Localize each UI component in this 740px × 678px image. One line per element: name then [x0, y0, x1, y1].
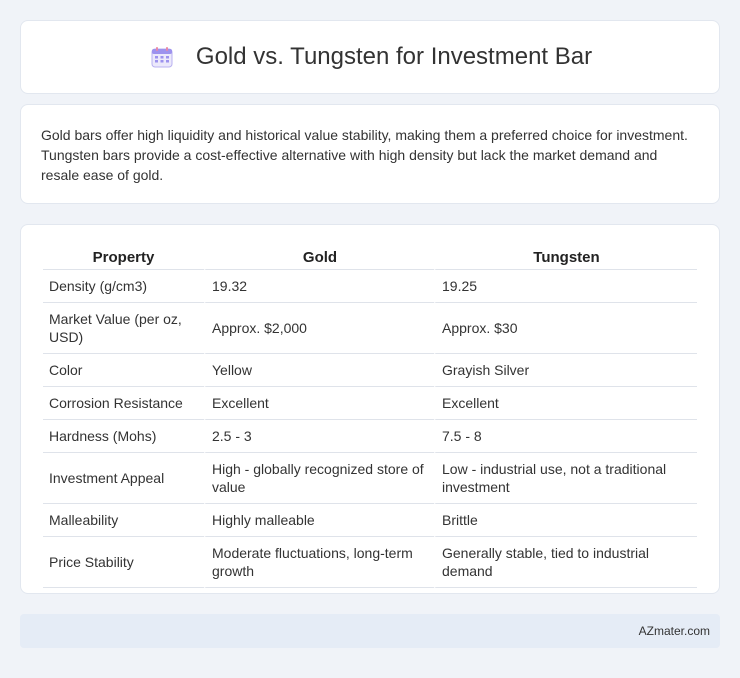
- cell-property: Market Value (per oz, USD): [43, 303, 204, 354]
- cell-tungsten: Approx. $30: [434, 303, 697, 354]
- header-tungsten: Tungsten: [434, 245, 697, 270]
- cell-gold: Yellow: [204, 354, 434, 387]
- cell-property: Investment Appeal: [43, 453, 204, 504]
- title-card: Gold vs. Tungsten for Investment Bar: [20, 20, 720, 94]
- cell-property: Price Stability: [43, 537, 204, 588]
- cell-tungsten: Grayish Silver: [434, 354, 697, 387]
- cell-property: Malleability: [43, 504, 204, 537]
- cell-gold: 2.5 - 3: [204, 420, 434, 453]
- calendar-icon: [148, 43, 176, 71]
- page-title: Gold vs. Tungsten for Investment Bar: [195, 43, 593, 70]
- table-row: Malleability Highly malleable Brittle: [43, 504, 697, 537]
- intro-card: Gold bars offer high liquidity and histo…: [20, 104, 720, 204]
- table-row: Corrosion Resistance Excellent Excellent: [43, 387, 697, 420]
- table-row: Price Stability Moderate fluctuations, l…: [43, 537, 697, 588]
- cell-property: Density (g/cm3): [43, 270, 204, 303]
- cell-gold: Excellent: [204, 387, 434, 420]
- cell-tungsten: Generally stable, tied to industrial dem…: [434, 537, 697, 588]
- comparison-table: Property Gold Tungsten Density (g/cm3) 1…: [43, 245, 697, 588]
- table-row: Density (g/cm3) 19.32 19.25: [43, 270, 697, 303]
- header-gold: Gold: [204, 245, 434, 270]
- comparison-card: Property Gold Tungsten Density (g/cm3) 1…: [20, 224, 720, 594]
- cell-gold: High - globally recognized store of valu…: [204, 453, 434, 504]
- table-header-row: Property Gold Tungsten: [43, 245, 697, 270]
- table-row: Hardness (Mohs) 2.5 - 3 7.5 - 8: [43, 420, 697, 453]
- header-property: Property: [43, 245, 204, 270]
- cell-tungsten: Brittle: [434, 504, 697, 537]
- cell-tungsten: 7.5 - 8: [434, 420, 697, 453]
- intro-text: Gold bars offer high liquidity and histo…: [41, 127, 688, 183]
- cell-gold: Approx. $2,000: [204, 303, 434, 354]
- footer-site-link[interactable]: AZmater.com: [639, 624, 710, 638]
- cell-property: Hardness (Mohs): [43, 420, 204, 453]
- cell-gold: Highly malleable: [204, 504, 434, 537]
- cell-gold: 19.32: [204, 270, 434, 303]
- cell-property: Corrosion Resistance: [43, 387, 204, 420]
- table-row: Investment Appeal High - globally recogn…: [43, 453, 697, 504]
- cell-gold: Moderate fluctuations, long-term growth: [204, 537, 434, 588]
- footer: AZmater.com: [20, 614, 720, 648]
- cell-tungsten: Excellent: [434, 387, 697, 420]
- cell-tungsten: Low - industrial use, not a traditional …: [434, 453, 697, 504]
- table-row: Market Value (per oz, USD) Approx. $2,00…: [43, 303, 697, 354]
- table-row: Color Yellow Grayish Silver: [43, 354, 697, 387]
- cell-property: Color: [43, 354, 204, 387]
- cell-tungsten: 19.25: [434, 270, 697, 303]
- title-wrap: Gold vs. Tungsten for Investment Bar: [148, 43, 592, 71]
